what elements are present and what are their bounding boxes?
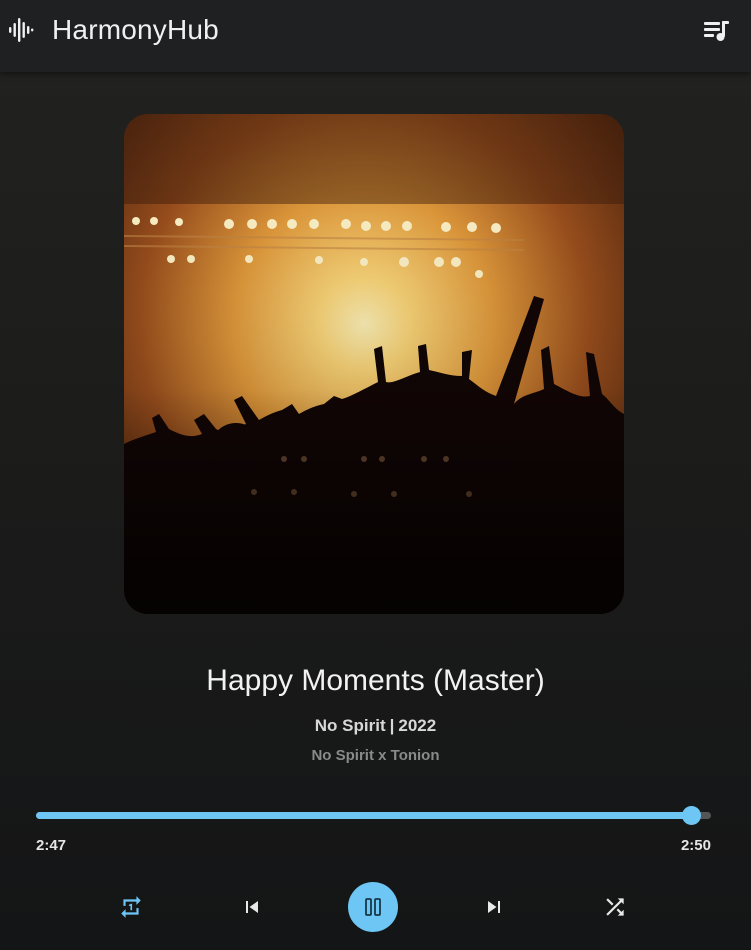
- progress-fill: [36, 812, 691, 819]
- skip-previous-icon: [246, 901, 258, 913]
- track-credits: No Spirit x Tonion: [311, 747, 440, 764]
- total-time: 2:50: [680, 837, 711, 854]
- shuffle-button[interactable]: [592, 884, 638, 930]
- track-artist-year: No Spirit | 2022: [0, 715, 751, 737]
- track-artist: No Spirit: [314, 716, 386, 735]
- album-cover-image: [124, 114, 624, 614]
- pause-icon: [365, 898, 381, 916]
- artist-year-separator: |: [389, 716, 395, 735]
- sound-wave-icon: [9, 18, 34, 42]
- repeat-one-icon: [121, 896, 141, 918]
- top-app-bar: HarmonyHub: [0, 0, 751, 72]
- previous-button[interactable]: [229, 884, 275, 930]
- current-time: 2:47: [36, 837, 67, 854]
- app-title: HarmonyHub: [52, 14, 219, 45]
- track-title: Happy Moments (Master): [206, 664, 545, 697]
- shuffle-icon: [606, 898, 624, 916]
- queue-music-icon[interactable]: [702, 18, 730, 44]
- skip-next-icon: [488, 901, 500, 913]
- play-pause-button[interactable]: [348, 882, 398, 932]
- next-button[interactable]: [471, 884, 517, 930]
- progress-slider[interactable]: [36, 806, 711, 825]
- track-year: 2022: [398, 716, 437, 735]
- progress-thumb[interactable]: [681, 806, 701, 825]
- repeat-button[interactable]: [108, 884, 154, 930]
